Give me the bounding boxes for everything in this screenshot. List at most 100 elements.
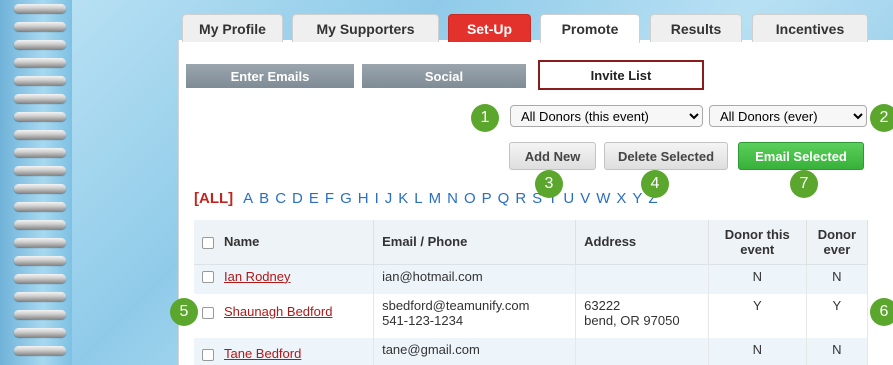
header-donor-ever: Donor ever [806, 220, 869, 265]
coil [14, 346, 66, 355]
address-line1: 63222 [584, 298, 621, 313]
alphabet-filter: [ALL] A B C D E F G H I J K L M N O P Q … [194, 190, 664, 210]
coil [14, 112, 66, 121]
address-line2: bend, OR 97050 [584, 313, 680, 328]
badge-1: 1 [471, 104, 499, 132]
badge-6: 6 [870, 298, 893, 326]
tab-set-up[interactable]: Set-Up [448, 14, 531, 42]
name-cell: Tane Bedford [194, 338, 375, 365]
donor-ever-cell: N [806, 338, 869, 365]
header-address: Address [575, 220, 709, 265]
alpha-h[interactable]: H [358, 190, 375, 210]
coil [14, 40, 66, 49]
table-row: Tane Bedford tane@gmail.com N N [194, 338, 869, 365]
alpha-j[interactable]: J [385, 190, 399, 210]
coil [14, 166, 66, 175]
coil [14, 256, 66, 265]
coil [14, 130, 66, 139]
alpha-p[interactable]: P [482, 190, 498, 210]
event-donor-filter[interactable]: All Donors (this event) [510, 105, 703, 127]
tab-my-profile[interactable]: My Profile [182, 14, 283, 42]
alpha-a[interactable]: A [243, 190, 259, 210]
table-row: Ian Rodney ian@hotmail.com N N [194, 264, 869, 294]
header-name-label: Name [224, 234, 260, 250]
row-checkbox[interactable] [202, 271, 214, 284]
badge-3: 3 [535, 170, 563, 198]
email-selected-button[interactable]: Email Selected [738, 142, 864, 170]
coil [14, 238, 66, 247]
email-text: ian@hotmail.com [382, 268, 483, 284]
alpha-u[interactable]: U [563, 190, 580, 210]
alpha-w[interactable]: W [596, 190, 616, 210]
alpha-i[interactable]: I [375, 190, 385, 210]
table-row: Shaunagh Bedford sbedford@teamunify.com … [194, 294, 869, 338]
alpha-x[interactable]: X [616, 190, 632, 210]
alpha-b[interactable]: B [259, 190, 275, 210]
spiral-binding [0, 0, 72, 365]
coil [14, 274, 66, 283]
alpha-e[interactable]: E [309, 190, 325, 210]
donor-event-cell: Y [708, 294, 807, 338]
coil [14, 58, 66, 67]
badge-4: 4 [641, 170, 669, 198]
invite-list-table: Name Email / Phone Address Donor this ev… [194, 220, 869, 365]
phone-text: 541-123-1234 [382, 313, 464, 328]
alpha-d[interactable]: D [292, 190, 309, 210]
coil [14, 148, 66, 157]
alpha-all[interactable]: [ALL] [194, 190, 243, 210]
alpha-g[interactable]: G [340, 190, 358, 210]
add-new-button[interactable]: Add New [509, 142, 596, 170]
donor-event-cell: N [708, 338, 807, 365]
donor-name-link[interactable]: Shaunagh Bedford [224, 304, 332, 319]
badge-5: 5 [170, 298, 198, 326]
badge-2: 2 [870, 104, 893, 132]
coil [14, 22, 66, 31]
alpha-r[interactable]: R [515, 190, 532, 210]
table-header-row: Name Email / Phone Address Donor this ev… [194, 220, 869, 265]
alpha-q[interactable]: Q [498, 190, 516, 210]
alpha-n[interactable]: N [447, 190, 464, 210]
donor-ever-cell: Y [806, 294, 869, 338]
tab-results[interactable]: Results [650, 14, 742, 42]
alpha-m[interactable]: M [429, 190, 448, 210]
alpha-f[interactable]: F [325, 190, 340, 210]
coil [14, 310, 66, 319]
tab-incentives[interactable]: Incentives [752, 14, 868, 42]
address-cell [575, 264, 709, 294]
header-name: Name [194, 220, 375, 265]
badge-7: 7 [790, 170, 818, 198]
tab-promote[interactable]: Promote [540, 14, 640, 43]
coil [14, 94, 66, 103]
header-donor-event: Donor this event [708, 220, 807, 265]
alpha-o[interactable]: O [464, 190, 482, 210]
donor-name-link[interactable]: Tane Bedford [224, 346, 301, 361]
email-phone-cell: ian@hotmail.com [373, 264, 577, 294]
address-cell: 63222 bend, OR 97050 [575, 294, 709, 338]
name-cell: Shaunagh Bedford [194, 294, 375, 338]
select-all-checkbox[interactable] [202, 236, 214, 249]
email-text: tane@gmail.com [382, 342, 480, 357]
row-checkbox[interactable] [202, 306, 214, 319]
donor-name-link[interactable]: Ian Rodney [224, 269, 291, 284]
row-checkbox[interactable] [202, 348, 214, 361]
alpha-k[interactable]: K [398, 190, 414, 210]
alpha-l[interactable]: L [414, 190, 428, 210]
delete-selected-button[interactable]: Delete Selected [604, 142, 728, 170]
coil [14, 292, 66, 301]
alpha-c[interactable]: C [275, 190, 292, 210]
alpha-v[interactable]: V [580, 190, 596, 210]
subtab-invite-list[interactable]: Invite List [538, 60, 704, 90]
coil [14, 220, 66, 229]
subtab-enter-emails[interactable]: Enter Emails [186, 64, 354, 88]
coil [14, 76, 66, 85]
coil [14, 328, 66, 337]
header-email-phone: Email / Phone [373, 220, 577, 265]
subtab-social[interactable]: Social [362, 64, 526, 88]
ever-donor-filter[interactable]: All Donors (ever) [709, 105, 867, 127]
tab-my-supporters[interactable]: My Supporters [292, 14, 439, 42]
name-cell: Ian Rodney [194, 264, 375, 294]
coil [14, 202, 66, 211]
coil [14, 184, 66, 193]
email-text: sbedford@teamunify.com [382, 298, 530, 313]
address-cell [575, 338, 709, 365]
